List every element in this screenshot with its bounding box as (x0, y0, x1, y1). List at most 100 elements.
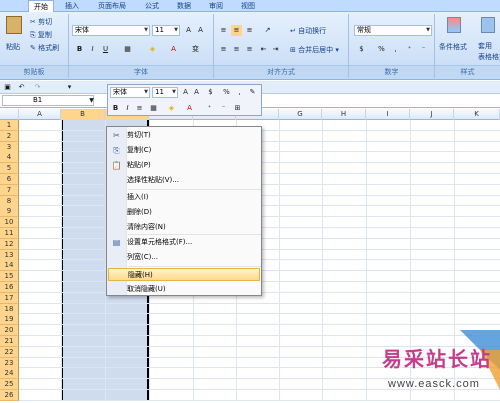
menu-item[interactable]: 插入(I) (108, 191, 260, 204)
italic-icon[interactable]: I (122, 103, 133, 114)
number-format-combo[interactable]: 常规 ▼ (354, 25, 432, 36)
currency-icon[interactable]: $ (356, 44, 367, 55)
undo-icon[interactable]: ↶ (16, 82, 27, 93)
column-header[interactable]: B (61, 109, 105, 120)
grow-font-icon[interactable]: A (180, 87, 191, 98)
align-middle-icon[interactable]: ≡ (231, 25, 242, 36)
conditional-format-button[interactable]: 条件格式 (439, 41, 467, 53)
column-header[interactable]: I (366, 109, 410, 120)
copy-button[interactable]: ⎘ 复制 (30, 29, 52, 41)
cut-button[interactable]: ✂ 剪切 (30, 16, 52, 28)
row-header[interactable]: 17 (0, 292, 19, 304)
italic-icon[interactable]: I (87, 44, 98, 55)
row-header[interactable]: 5 (0, 163, 19, 175)
row-header[interactable]: 21 (0, 336, 19, 347)
row-header[interactable]: 11 (0, 228, 19, 239)
save-icon[interactable]: ▣ (2, 82, 13, 93)
row-header[interactable]: 14 (0, 260, 19, 272)
wrap-text-button[interactable]: ↵ 自动换行 (290, 25, 326, 37)
format-painter-button[interactable]: ✎ 格式刷 (30, 42, 59, 54)
row-header[interactable]: 1 (0, 120, 19, 131)
tab-data[interactable]: 数据 (172, 0, 196, 12)
row-header[interactable]: 2 (0, 130, 19, 142)
menu-item[interactable]: 选择性粘贴(V)... (108, 174, 260, 187)
phonetic-icon[interactable]: 变 (190, 44, 201, 55)
indent-increase-icon[interactable]: ⇥ (270, 44, 281, 55)
tab-view[interactable]: 视图 (236, 0, 260, 12)
menu-item[interactable]: 取消隐藏(U) (108, 283, 260, 296)
menu-item[interactable]: ⎘ 复制(C) (108, 144, 260, 157)
menu-item[interactable]: 📋 粘贴(P) (108, 159, 260, 172)
percent-icon[interactable]: % (376, 44, 387, 55)
row-header[interactable]: 4 (0, 152, 19, 164)
shrink-font-icon[interactable]: A (191, 87, 202, 98)
row-header[interactable]: 25 (0, 379, 19, 391)
name-box[interactable]: B1 (2, 95, 94, 106)
column-header[interactable]: G (279, 109, 322, 120)
column-header[interactable]: H (322, 109, 366, 120)
align-bottom-icon[interactable]: ≡ (244, 25, 255, 36)
shrink-font-icon[interactable]: A (195, 25, 206, 36)
border-icon[interactable]: ▦ (148, 103, 159, 114)
font-color-icon[interactable]: A (184, 103, 195, 114)
decrease-decimal-icon[interactable]: ⁻ (218, 103, 229, 114)
increase-decimal-icon[interactable]: ⁺ (204, 103, 215, 114)
row-header[interactable]: 18 (0, 303, 19, 315)
menu-item[interactable]: 删除(D) (108, 206, 260, 219)
tab-formulas[interactable]: 公式 (140, 0, 164, 12)
align-left-icon[interactable]: ≡ (218, 44, 229, 55)
select-all-corner[interactable] (0, 109, 19, 120)
tab-page-layout[interactable]: 页面布局 (92, 0, 132, 12)
row-header[interactable]: 10 (0, 217, 19, 229)
row-header[interactable]: 19 (0, 314, 19, 326)
row-header[interactable]: 12 (0, 238, 19, 250)
align-center-icon[interactable]: ≡ (231, 44, 242, 55)
bold-icon[interactable]: B (110, 103, 121, 114)
row-header[interactable]: 3 (0, 141, 19, 153)
comma-icon[interactable]: , (390, 44, 401, 55)
customize-qat-icon[interactable]: ▾ (64, 82, 75, 93)
row-header[interactable]: 23 (0, 357, 19, 369)
row-header[interactable]: 22 (0, 346, 19, 358)
paste-icon[interactable] (6, 16, 22, 34)
fill-color-icon[interactable]: ◈ (166, 103, 177, 114)
mini-font-combo[interactable]: 宋体 ▼ (110, 87, 150, 98)
row-header[interactable]: 16 (0, 282, 19, 293)
row-header[interactable]: 15 (0, 271, 19, 283)
table-format-icon[interactable] (481, 17, 495, 33)
bold-icon[interactable]: B (74, 44, 85, 55)
row-header[interactable]: 20 (0, 325, 19, 337)
chevron-down-icon[interactable]: ▼ (86, 95, 97, 106)
column-header[interactable]: K (454, 109, 500, 120)
fill-color-icon[interactable]: ◈ (147, 44, 158, 55)
row-header[interactable]: 7 (0, 184, 19, 196)
font-name-combo[interactable]: 宋体 ▼ (72, 25, 150, 36)
decrease-decimal-icon[interactable]: ⁻ (418, 44, 429, 55)
menu-item[interactable]: 清除内容(N) (108, 221, 260, 234)
row-header[interactable]: 26 (0, 390, 19, 401)
row-header[interactable]: 9 (0, 206, 19, 218)
font-size-combo[interactable]: 11 ▼ (152, 25, 180, 36)
indent-decrease-icon[interactable]: ⇤ (258, 44, 269, 55)
increase-decimal-icon[interactable]: ⁺ (404, 44, 415, 55)
underline-icon[interactable]: U (100, 44, 111, 55)
tab-review[interactable]: 审阅 (204, 0, 228, 12)
table-format-button[interactable]: 套用 表格格式 (478, 41, 500, 61)
redo-icon[interactable]: ↷ (32, 82, 43, 93)
orientation-icon[interactable]: ↗ (262, 25, 273, 36)
merge-center-button[interactable]: ⊞ 合并后居中 ▾ (290, 44, 339, 56)
menu-item[interactable]: ✂ 剪切(T) (108, 129, 260, 142)
currency-icon[interactable]: $ (205, 87, 216, 98)
row-header[interactable]: 24 (0, 368, 19, 380)
align-right-icon[interactable]: ≡ (244, 44, 255, 55)
menu-item[interactable]: 隐藏(H) (108, 268, 260, 281)
tab-insert[interactable]: 插入 (60, 0, 84, 12)
merge-icon[interactable]: ⊞ (232, 103, 243, 114)
align-center-icon[interactable]: ≡ (134, 103, 145, 114)
mini-size-combo[interactable]: 11 ▼ (152, 87, 178, 98)
paste-button[interactable]: 粘贴 (6, 41, 20, 53)
row-header[interactable]: 13 (0, 249, 19, 261)
row-header[interactable]: 8 (0, 195, 19, 207)
font-color-icon[interactable]: A (168, 44, 179, 55)
column-header[interactable]: A (19, 109, 61, 120)
